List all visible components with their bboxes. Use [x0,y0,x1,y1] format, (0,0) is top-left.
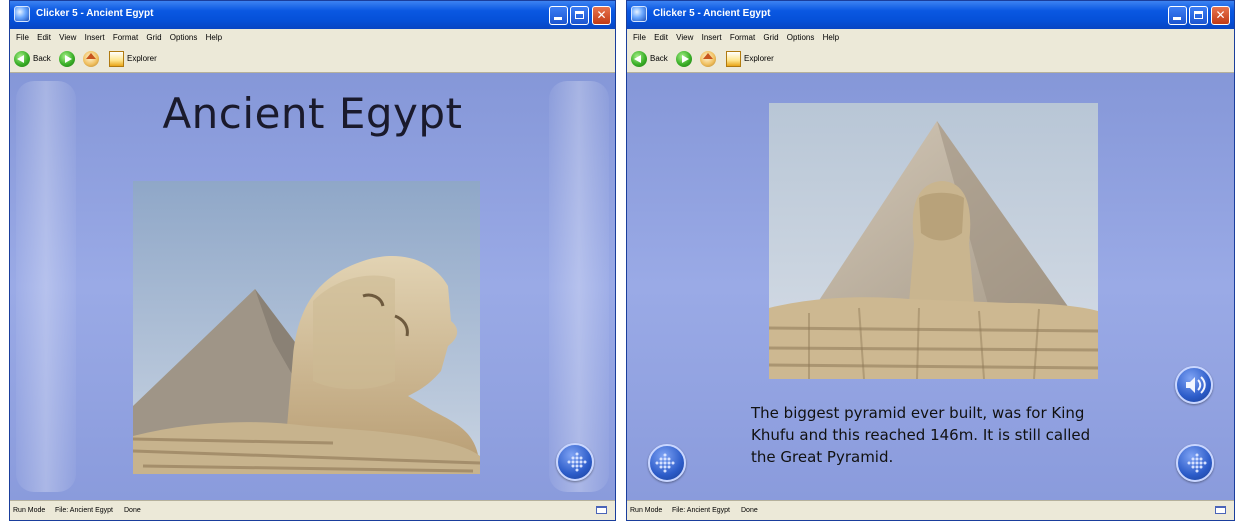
menu-bar: File Edit View Insert Format Grid Option… [10,29,615,46]
maximize-button[interactable] [570,6,589,25]
maximize-icon [1194,11,1203,19]
menu-insert[interactable]: Insert [702,29,722,46]
back-icon[interactable] [631,51,647,67]
menu-edit[interactable]: Edit [654,29,668,46]
menu-insert[interactable]: Insert [85,29,105,46]
caption-line: The biggest pyramid ever built, was for … [751,404,1085,422]
maximize-icon [575,11,584,19]
menu-grid[interactable]: Grid [763,29,778,46]
sphinx-photo [133,181,480,474]
explorer-icon[interactable] [726,51,741,67]
back-button-label[interactable]: Back [650,54,668,63]
status-state: Done [124,507,141,514]
right-window: Clicker 5 - Ancient Egypt ✕ File Edit Vi… [626,0,1235,521]
speak-button[interactable] [1175,366,1213,404]
status-mode: Run Mode [630,507,663,514]
back-icon[interactable] [14,51,30,67]
title-bar[interactable]: Clicker 5 - Ancient Egypt ✕ [10,1,615,29]
close-icon: ✕ [1215,8,1226,22]
title-bar[interactable]: Clicker 5 - Ancient Egypt ✕ [627,1,1234,29]
menu-edit[interactable]: Edit [37,29,51,46]
toolbar: Back Explorer [627,46,1234,73]
menu-options[interactable]: Options [170,29,198,46]
explorer-button-label[interactable]: Explorer [744,54,774,63]
menu-grid[interactable]: Grid [146,29,161,46]
window-icon [1215,506,1226,514]
close-icon: ✕ [596,8,607,22]
back-button-label[interactable]: Back [33,54,51,63]
page-title: Ancient Egypt [162,89,463,138]
next-page-icon [1187,453,1207,473]
minimize-icon [1173,17,1181,20]
explorer-icon[interactable] [109,51,124,67]
app-icon[interactable] [631,6,647,22]
side-panel-left [16,81,76,492]
status-file: File: Ancient Egypt [55,507,113,514]
close-button[interactable]: ✕ [592,6,611,25]
next-page-button[interactable] [1176,444,1214,482]
toolbar: Back Explorer [10,46,615,73]
minimize-icon [554,17,562,20]
menu-view[interactable]: View [676,29,693,46]
page-content: Ancient Egypt [10,73,615,500]
window-title: Clicker 5 - Ancient Egypt [653,8,771,19]
close-button[interactable]: ✕ [1211,6,1230,25]
caption-text: The biggest pyramid ever built, was for … [751,402,1090,468]
caption-line: the Great Pyramid. [751,448,894,466]
maximize-button[interactable] [1189,6,1208,25]
menu-options[interactable]: Options [787,29,815,46]
left-window: Clicker 5 - Ancient Egypt ✕ File Edit Vi… [9,0,616,521]
menu-format[interactable]: Format [113,29,138,46]
status-bar: Run Mode File: Ancient Egypt Done [627,500,1234,520]
page-content: The biggest pyramid ever built, was for … [627,73,1234,500]
home-icon[interactable] [700,51,716,67]
side-panel-right [549,81,609,492]
menu-help[interactable]: Help [823,29,839,46]
forward-icon[interactable] [676,51,692,67]
window-title: Clicker 5 - Ancient Egypt [36,8,154,19]
status-state: Done [741,507,758,514]
app-icon[interactable] [14,6,30,22]
next-page-button[interactable] [556,443,594,481]
minimize-button[interactable] [549,6,568,25]
next-page-icon [567,452,587,472]
speaker-icon [1186,376,1206,394]
pyramid-sphinx-photo [769,103,1098,379]
home-icon[interactable] [83,51,99,67]
menu-bar: File Edit View Insert Format Grid Option… [627,29,1234,46]
menu-view[interactable]: View [59,29,76,46]
previous-page-icon [655,453,675,473]
menu-file[interactable]: File [16,29,29,46]
menu-file[interactable]: File [633,29,646,46]
status-file: File: Ancient Egypt [672,507,730,514]
forward-icon[interactable] [59,51,75,67]
explorer-button-label[interactable]: Explorer [127,54,157,63]
caption-line: Khufu and this reached 146m. It is still… [751,426,1091,444]
status-bar: Run Mode File: Ancient Egypt Done [10,500,615,520]
window-icon [596,506,607,514]
previous-page-button[interactable] [648,444,686,482]
menu-help[interactable]: Help [206,29,222,46]
status-mode: Run Mode [13,507,46,514]
minimize-button[interactable] [1168,6,1187,25]
menu-format[interactable]: Format [730,29,755,46]
